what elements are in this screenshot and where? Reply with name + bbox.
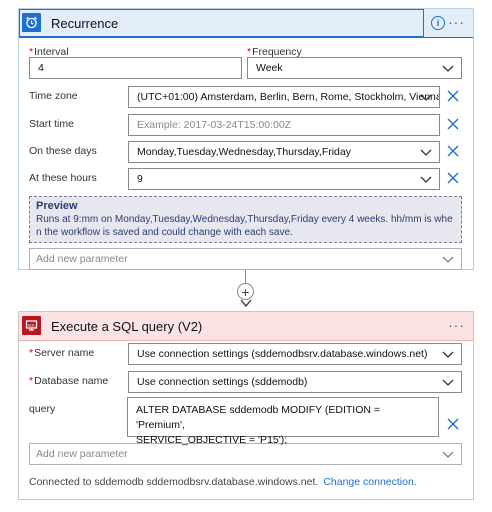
chevron-down-icon <box>442 65 454 72</box>
sql-database-icon: SQL <box>22 316 41 335</box>
chevron-down-icon <box>442 451 454 458</box>
chevron-down-icon <box>420 149 432 156</box>
chevron-down-icon <box>420 176 432 183</box>
preview-panel: Preview Runs at 9:mm on Monday,Tuesday,W… <box>29 196 462 243</box>
recurrence-card: Recurrence i ··· *Interval 4 *Frequency … <box>18 8 474 270</box>
sql-title: Execute a SQL query (V2) <box>51 319 203 334</box>
remove-query-icon[interactable] <box>446 417 460 431</box>
query-line-1: ALTER DATABASE sddemodb MODIFY (EDITION … <box>136 404 380 431</box>
query-label: query <box>29 403 56 415</box>
query-textarea[interactable]: ALTER DATABASE sddemodb MODIFY (EDITION … <box>127 397 439 446</box>
chevron-down-icon <box>442 379 454 386</box>
remove-start-time-icon[interactable] <box>446 117 460 131</box>
connection-info: Connected to sddemodb sddemodbsrv.databa… <box>29 476 417 488</box>
chevron-down-icon <box>442 351 454 358</box>
start-time-label: Start time <box>29 118 74 130</box>
remove-time-zone-icon[interactable] <box>446 89 460 103</box>
database-name-dropdown[interactable]: Use connection settings (sddemodb) <box>128 371 462 393</box>
add-parameter-dropdown[interactable]: Add new parameter <box>29 248 462 270</box>
sql-header[interactable]: SQL Execute a SQL query (V2) ··· <box>19 312 473 341</box>
connector-line-top <box>245 270 246 283</box>
more-options-icon[interactable]: ··· <box>448 317 465 333</box>
alarm-clock-icon <box>22 13 41 32</box>
recurrence-title: Recurrence <box>51 16 119 31</box>
arrow-down-icon <box>240 299 252 308</box>
query-line-2: SERVICE_OBJECTIVE = 'P15'); <box>136 434 288 446</box>
info-icon[interactable]: i <box>431 16 445 30</box>
on-these-days-dropdown[interactable]: Monday,Tuesday,Wednesday,Thursday,Friday <box>128 141 440 163</box>
frequency-dropdown[interactable]: Week <box>247 57 462 79</box>
at-these-hours-label: At these hours <box>29 172 97 184</box>
plus-icon: + <box>241 283 250 300</box>
time-zone-dropdown[interactable]: (UTC+01:00) Amsterdam, Berlin, Bern, Rom… <box>128 86 440 108</box>
remove-days-icon[interactable] <box>446 144 460 158</box>
at-these-hours-dropdown[interactable]: 9 <box>128 168 440 190</box>
more-options-icon[interactable]: ··· <box>448 14 465 30</box>
remove-hours-icon[interactable] <box>446 171 460 185</box>
server-name-dropdown[interactable]: Use connection settings (sddemodbsrv.dat… <box>128 343 462 365</box>
server-name-label: *Server name <box>29 347 95 359</box>
change-connection-link[interactable]: Change connection. <box>323 476 416 488</box>
on-these-days-label: On these days <box>29 145 97 157</box>
chevron-down-icon <box>442 256 454 263</box>
recurrence-header[interactable]: Recurrence i ··· <box>19 9 473 38</box>
time-zone-label: Time zone <box>29 90 78 102</box>
database-name-label: *Database name <box>29 375 109 387</box>
preview-text: Runs at 9:mm on Monday,Tuesday,Wednesday… <box>36 214 453 238</box>
chevron-down-icon <box>420 94 432 101</box>
preview-title: Preview <box>36 200 78 212</box>
start-time-input[interactable]: Example: 2017-03-24T15:00:00Z <box>128 114 440 136</box>
svg-text:SQL: SQL <box>27 322 36 327</box>
interval-input[interactable]: 4 <box>29 57 242 79</box>
connected-text: Connected to sddemodb sddemodbsrv.databa… <box>29 476 319 488</box>
